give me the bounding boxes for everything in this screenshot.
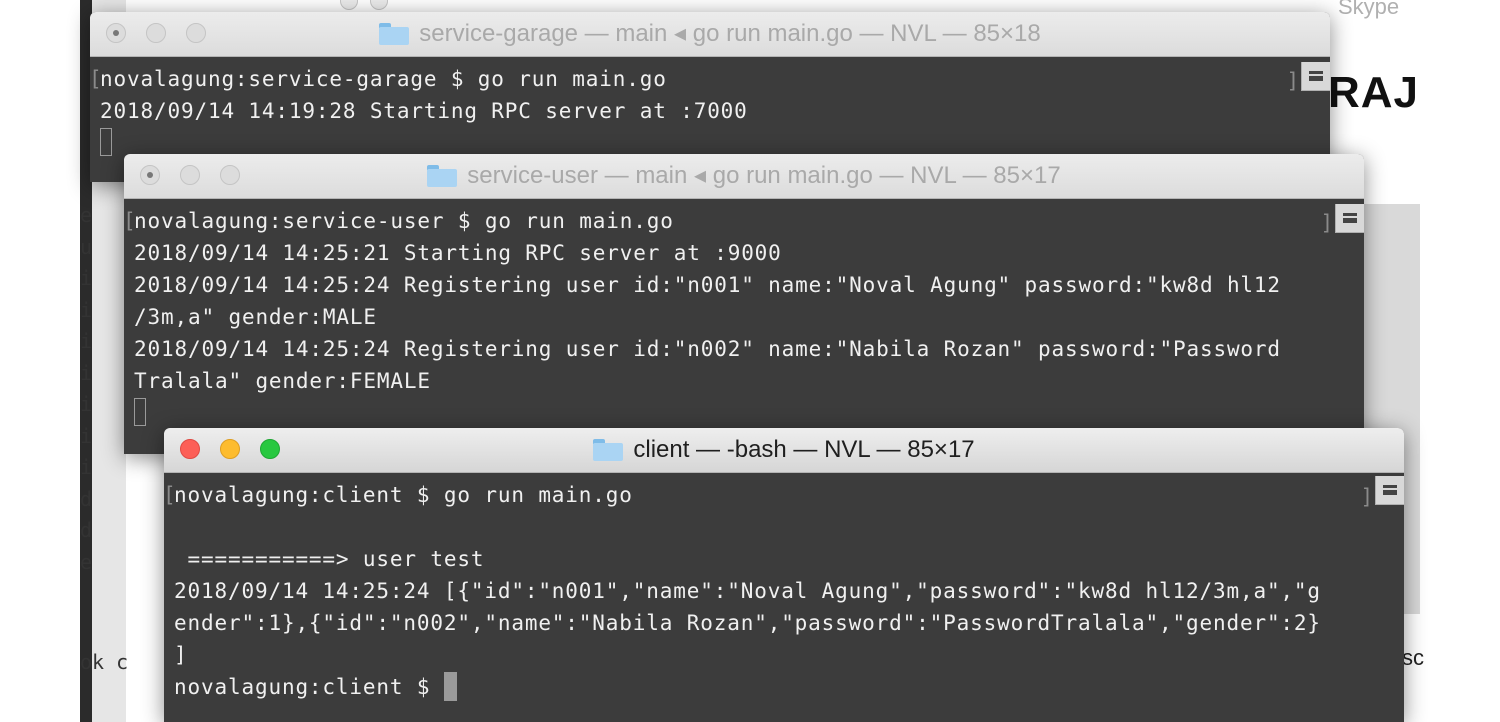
terminal-line [134, 397, 1364, 429]
terminal-window-service-user[interactable]: service-user — main ◂ go run main.go — N… [124, 154, 1364, 454]
terminal-line: /3m,a" gender:MALE [134, 305, 377, 329]
background-letters: e u i i i i i i i d d e [80, 200, 94, 578]
folder-icon [593, 439, 624, 461]
split-pane-icon[interactable] [1375, 476, 1404, 505]
bg-letter: d [80, 518, 93, 542]
background-heading: RAJ [1328, 68, 1420, 117]
window-title-text: client — -bash — NVL — 85×17 [633, 436, 975, 463]
terminal-output[interactable]: [ novalagung:service-user $ go run main.… [124, 199, 1364, 454]
shell-prompt: novalagung:client $ [174, 675, 444, 699]
terminal-line: ender":1},{"id":"n002","name":"Nabila Ro… [174, 611, 1321, 635]
split-pane-icon[interactable] [1301, 62, 1330, 91]
window-title: service-user — main ◂ go run main.go — N… [124, 154, 1364, 198]
mark-bracket-right: ] [1320, 211, 1334, 235]
bg-letter: i [80, 392, 93, 416]
bg-letter: u [80, 234, 93, 259]
cursor [100, 128, 112, 156]
skype-label: Skype [1338, 0, 1400, 19]
terminal-line: ===========> user test [174, 547, 485, 571]
background-bottom-right-text: sc [1402, 645, 1424, 670]
mark-bracket: [ [124, 209, 137, 233]
mark-bracket-right: ] [1360, 485, 1374, 509]
terminal-line: novalagung:service-garage $ go run main.… [100, 67, 667, 91]
bg-letter: d [80, 486, 93, 511]
bg-letter: e [80, 549, 93, 574]
window-title: service-garage — main ◂ go run main.go —… [90, 12, 1330, 56]
terminal-line: 2018/09/14 14:25:21 Starting RPC server … [134, 241, 782, 265]
terminal-line: ] [174, 643, 188, 667]
bg-letter: e [80, 203, 93, 227]
mark-bracket: [ [90, 67, 103, 91]
bg-letter: i [80, 297, 93, 322]
bg-letter: i [80, 360, 93, 385]
titlebar[interactable]: service-user — main ◂ go run main.go — N… [124, 154, 1364, 199]
titlebar[interactable]: service-garage — main ◂ go run main.go —… [90, 12, 1330, 57]
terminal-prompt-line[interactable]: novalagung:client $ [174, 671, 1404, 703]
terminal-line: 2018/09/14 14:25:24 Registering user id:… [134, 337, 1281, 361]
terminal-line: novalagung:service-user $ go run main.go [134, 209, 674, 233]
bg-letter: i [80, 329, 93, 353]
terminal-window-client[interactable]: client — -bash — NVL — 85×17 [ novalagun… [164, 428, 1404, 722]
terminal-line: 2018/09/14 14:19:28 Starting RPC server … [100, 99, 748, 123]
background-bottom-text: ok c [80, 650, 129, 674]
bg-letter: i [80, 423, 93, 448]
folder-icon [379, 23, 410, 45]
split-pane-icon[interactable] [1335, 204, 1364, 233]
terminal-output[interactable]: [ novalagung:client $ go run main.go ===… [164, 473, 1404, 722]
mark-bracket: [ [164, 483, 177, 507]
window-title: client — -bash — NVL — 85×17 [164, 428, 1404, 472]
window-title-text: service-user — main ◂ go run main.go — N… [467, 162, 1061, 189]
terminal-line: 2018/09/14 14:25:24 Registering user id:… [134, 273, 1281, 297]
cursor [443, 672, 457, 701]
folder-icon [427, 165, 458, 187]
terminal-line: 2018/09/14 14:25:24 [{"id":"n001","name"… [174, 579, 1321, 603]
terminal-line: novalagung:client $ go run main.go [174, 483, 633, 507]
mark-bracket-right: ] [1286, 69, 1300, 93]
terminal-line: Tralala" gender:FEMALE [134, 369, 431, 393]
titlebar[interactable]: client — -bash — NVL — 85×17 [164, 428, 1404, 473]
cursor [134, 398, 146, 426]
window-title-text: service-garage — main ◂ go run main.go —… [419, 20, 1041, 47]
bg-letter: i [80, 455, 93, 479]
bg-letter: i [80, 266, 93, 290]
